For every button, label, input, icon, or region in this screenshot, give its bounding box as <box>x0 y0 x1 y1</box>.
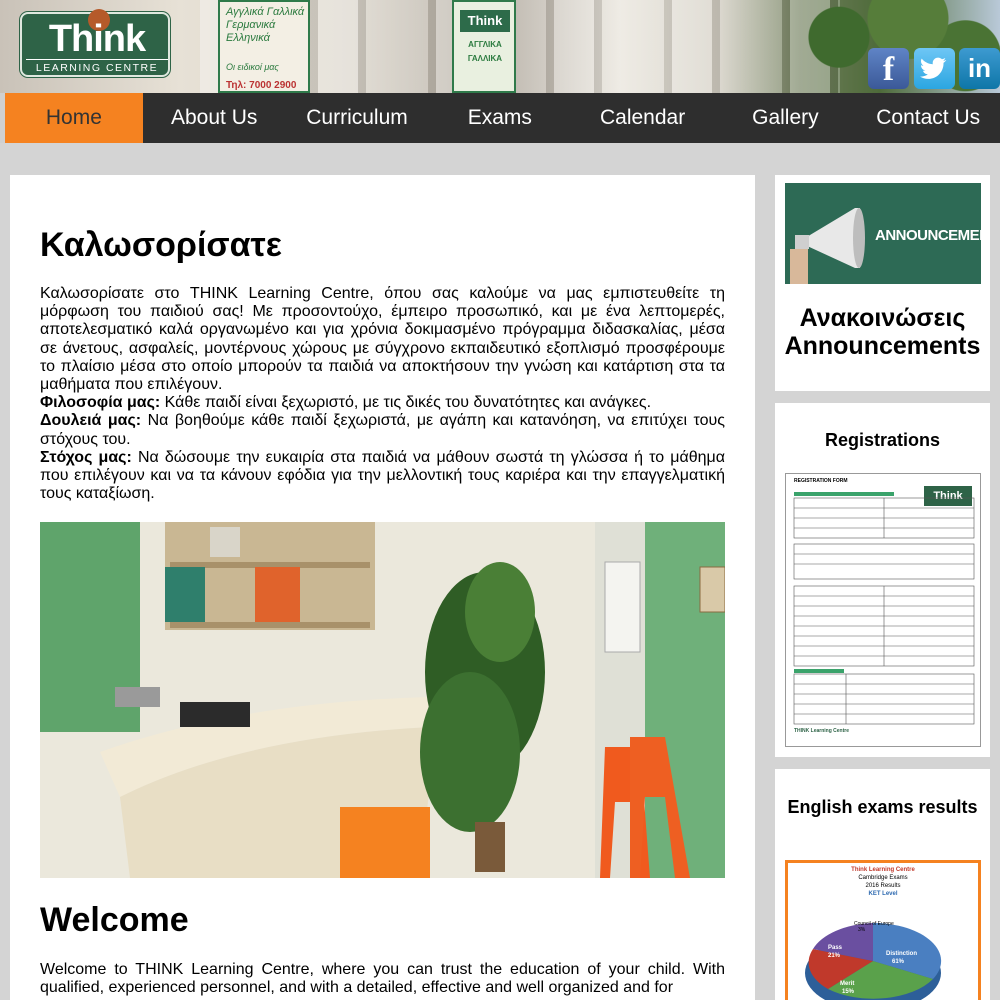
results-label-merit: Merit <box>840 981 855 987</box>
logo-title: Think <box>48 18 146 60</box>
registration-form-footer: THINK Learning Centre <box>794 728 850 734</box>
registration-form-thumbnail[interactable]: REGISTRATION FORM Think THINK Learning C… <box>785 473 981 747</box>
main-nav: Home About Us Curriculum Exams Calendar … <box>0 93 1000 143</box>
twitter-bird-icon <box>919 57 947 79</box>
nav-gallery[interactable]: Gallery <box>714 93 857 143</box>
header-banner: Αγγλικά Γαλλικά Γερμανικά Ελληνικά Οι ει… <box>218 0 310 93</box>
announcements-box[interactable]: ANNOUNCEMENTS Ανακοινώσεις Announcements <box>775 175 990 391</box>
header-banner-2-items: ΑΓΓΛΙΚΑ ΓΑΛΛΙΚΑ <box>467 40 503 63</box>
work-line: Δουλειά μας: Να βοηθούμε κάθε παιδί ξεχω… <box>40 412 725 448</box>
results-line-3: 2016 Results <box>865 883 901 889</box>
nav-curriculum[interactable]: Curriculum <box>286 93 429 143</box>
nav-about-us[interactable]: About Us <box>143 93 286 143</box>
facebook-icon[interactable]: f <box>868 48 909 89</box>
philosophy-line: Φιλοσοφία μας: Κάθε παιδί είναι ξεχωριστ… <box>40 394 725 412</box>
registration-form-lines <box>793 492 975 725</box>
header-banner-phone: Τηλ: 7000 2900 <box>226 80 297 91</box>
results-label-distinction: Distinction <box>886 951 917 957</box>
main-content: Καλωσορίσατε Καλωσορίσατε στο THINK Lear… <box>10 175 755 1000</box>
results-pie-chart <box>805 922 942 1000</box>
registrations-title[interactable]: Registrations <box>775 430 990 451</box>
announcements-image[interactable]: ANNOUNCEMENTS <box>785 183 981 284</box>
announcements-title-english[interactable]: Announcements <box>775 332 990 360</box>
nav-home[interactable]: Home <box>0 93 143 143</box>
intro-english: Welcome to THINK Learning Centre, where … <box>40 961 725 997</box>
header-banner-text: Αγγλικά Γαλλικά Γερμανικά Ελληνικά <box>226 6 305 44</box>
linkedin-icon[interactable]: in <box>959 48 1000 89</box>
page-title-english: Welcome <box>40 901 189 939</box>
exam-results-box[interactable]: English exams results Think Learning Cen… <box>775 769 990 1000</box>
goal-text: Να δώσουμε την ευκαιρία στα παιδιά να μά… <box>40 448 726 503</box>
results-line-1: Think Learning Centre <box>851 867 915 873</box>
results-line-2: Cambridge Exams <box>858 875 908 881</box>
reception-photo <box>40 522 725 878</box>
header-banner-tagline: Οι ειδικοί μας <box>226 62 279 72</box>
logo-subtitle: LEARNING CENTRE <box>26 59 168 74</box>
philosophy-label: Φιλοσοφία μας: <box>40 394 161 412</box>
results-line-4: KET Level <box>868 891 898 897</box>
results-value-pass: 21% <box>828 953 841 959</box>
exam-results-thumbnail[interactable]: Think Learning Centre Cambridge Exams 20… <box>785 860 981 1000</box>
work-label: Δουλειά μας: <box>40 412 142 430</box>
exam-results-title[interactable]: English exams results <box>775 796 990 819</box>
header-banner-2: Think ΑΓΓΛΙΚΑ ΓΑΛΛΙΚΑ <box>452 0 516 93</box>
nav-contact-us[interactable]: Contact Us <box>857 93 1000 143</box>
work-text: Να βοηθούμε κάθε παιδί ξεχωριστά, με αγά… <box>40 412 726 448</box>
results-label-pass: Pass <box>828 945 843 951</box>
announcements-title-greek[interactable]: Ανακοινώσεις <box>775 304 990 332</box>
goal-label: Στόχος μας: <box>40 448 132 466</box>
site-header: Αγγλικά Γαλλικά Γερμανικά Ελληνικά Οι ει… <box>0 0 1000 93</box>
reception-illustration <box>40 522 725 878</box>
registrations-box[interactable]: Registrations REGISTRATION FORM Think TH… <box>775 403 990 757</box>
site-logo[interactable]: Think LEARNING CENTRE <box>20 9 170 77</box>
results-value-council: 3% <box>858 927 866 933</box>
results-value-merit: 15% <box>842 989 855 995</box>
announcements-image-text: ANNOUNCEMENTS <box>875 227 981 244</box>
intro-greek: Καλωσορίσατε στο THINK Learning Centre, … <box>40 285 725 503</box>
results-value-distinction: 61% <box>892 959 905 965</box>
nav-exams[interactable]: Exams <box>428 93 571 143</box>
page-title-greek: Καλωσορίσατε <box>40 226 282 264</box>
twitter-icon[interactable] <box>914 48 955 89</box>
goal-line: Στόχος μας: Να δώσουμε την ευκαιρία στα … <box>40 449 725 504</box>
header-banner-2-logo: Think <box>460 10 510 32</box>
nav-calendar[interactable]: Calendar <box>571 93 714 143</box>
intro-greek-paragraph: Καλωσορίσατε στο THINK Learning Centre, … <box>40 285 725 394</box>
philosophy-text: Κάθε παιδί είναι ξεχωριστό, με τις δικές… <box>160 394 652 412</box>
